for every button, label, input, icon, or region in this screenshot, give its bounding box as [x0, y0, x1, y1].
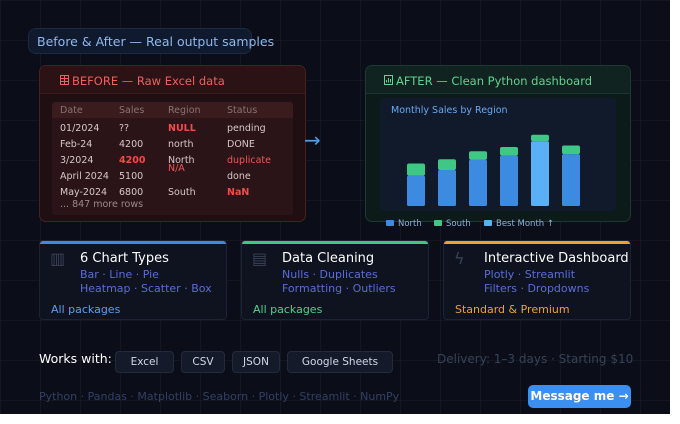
table-cell: 01/2024: [60, 123, 100, 134]
chart-icon: [384, 66, 393, 96]
bar-north-jun: [562, 154, 580, 206]
bar-north-mar: [469, 159, 487, 206]
card-line: Heatmap · Scatter · Box: [80, 282, 212, 295]
chart-types-icon: ▥: [50, 249, 66, 268]
raw-data-table: Date Sales Region Status 01/2024 ?? NULL…: [52, 102, 293, 215]
table-cell: 4200: [119, 139, 144, 150]
spreadsheet-icon: [60, 66, 69, 96]
table-cell-null: NULL: [168, 123, 196, 134]
legend-item-best-month: Best Month ↑: [484, 219, 554, 229]
table-cell: Feb-24: [60, 139, 93, 150]
table-cell: DONE: [227, 139, 255, 150]
card-line: Formatting · Outliers: [282, 282, 396, 295]
arrow-right-icon: →: [304, 128, 321, 152]
legend-label: Best Month ↑: [496, 219, 554, 229]
col-header-date: Date: [60, 105, 83, 116]
after-title: AFTER — Clean Python dashboard: [396, 74, 593, 88]
card-line: Plotly · Streamlit: [484, 268, 576, 281]
card-title: 6 Chart Types: [80, 251, 169, 266]
legend-swatch: [386, 220, 394, 226]
cleaning-icon: ▤: [252, 249, 268, 268]
bar-north-apr: [500, 155, 518, 206]
card-footer: All packages: [253, 303, 323, 316]
chip-csv: CSV: [181, 351, 225, 373]
card-data-cleaning: ▤ Data Cleaning Nulls · Duplicates Forma…: [241, 240, 429, 320]
tech-stack: Python · Pandas · Matplotlib · Seaborn ·…: [39, 390, 400, 403]
table-cell-nan: NaN: [227, 187, 250, 198]
after-panel: AFTER — Clean Python dashboard Monthly S…: [365, 65, 631, 229]
before-header: BEFORE — Raw Excel data: [40, 66, 305, 94]
table-cell: done: [227, 171, 251, 182]
legend-label: South: [446, 219, 471, 229]
more-rows-note: ... 847 more rows: [60, 199, 144, 210]
card-title: Data Cleaning: [282, 251, 375, 266]
legend-item-south: South: [434, 219, 471, 229]
card-title: Interactive Dashboard: [484, 251, 629, 266]
bar-south-feb: [438, 159, 456, 170]
table-cell: South: [168, 187, 196, 198]
card-chart-types: ▥ 6 Chart Types Bar · Line · Pie Heatmap…: [39, 240, 227, 320]
table-cell: ??: [119, 123, 130, 134]
table-cell: pending: [227, 123, 266, 134]
bar-south-jan: [407, 163, 425, 176]
col-header-status: Status: [227, 105, 258, 116]
lightning-icon: ϟ: [454, 249, 465, 268]
table-cell: 5100: [119, 171, 144, 182]
works-with-label: Works with:: [39, 351, 112, 366]
message-me-button[interactable]: Message me →: [528, 385, 631, 408]
chip-json: JSON: [232, 351, 280, 373]
bar-south-apr: [500, 146, 518, 156]
chart-container: Monthly Sales by Region JanFebMarAprMayJ…: [380, 98, 616, 211]
table-cell: 3/2024: [60, 155, 94, 166]
card-interactive-dashboard: ϟ Interactive Dashboard Plotly · Streaml…: [443, 240, 631, 320]
table-cell: April 2024: [60, 171, 109, 182]
bar-north-jan: [407, 175, 425, 206]
card-line: Nulls · Duplicates: [282, 268, 378, 281]
bar-south-jun: [562, 145, 580, 155]
legend-label: North: [398, 219, 422, 229]
card-accent-bar: [242, 241, 428, 244]
bar-south-mar: [469, 151, 487, 160]
table-cell: north: [168, 139, 194, 150]
card-accent-bar: [40, 241, 226, 244]
section-title: Before & After — Real output samples: [28, 28, 274, 54]
table-cell-duplicate: 4200: [119, 155, 146, 166]
card-footer: All packages: [51, 303, 121, 316]
bar-chart: JanFebMarAprMayJun: [407, 134, 580, 206]
table-cell-na: N/A: [168, 163, 185, 174]
bar-north-may: [531, 141, 549, 206]
legend-swatch: [484, 220, 492, 226]
before-panel: BEFORE — Raw Excel data Date Sales Regio…: [39, 65, 306, 222]
table-cell-duplicate: duplicate: [227, 155, 271, 166]
after-header: AFTER — Clean Python dashboard: [366, 66, 630, 94]
table-cell: 6800: [119, 187, 144, 198]
col-header-region: Region: [168, 105, 201, 116]
col-header-sales: Sales: [119, 105, 145, 116]
legend-swatch: [434, 220, 442, 226]
card-line: Bar · Line · Pie: [80, 268, 159, 281]
card-accent-bar: [444, 241, 630, 244]
chip-excel: Excel: [115, 351, 174, 373]
card-footer: Standard & Premium: [455, 303, 570, 316]
card-line: Filters · Dropdowns: [484, 282, 590, 295]
bar-north-feb: [438, 170, 456, 206]
chip-google-sheets: Google Sheets: [287, 351, 393, 373]
delivery-info: Delivery: 1–3 days · Starting $10: [437, 352, 634, 366]
before-title: BEFORE — Raw Excel data: [72, 74, 225, 88]
table-cell: May-2024: [60, 187, 108, 198]
bar-south-may: [531, 134, 549, 142]
legend-item-north: North: [386, 219, 422, 229]
stage: Before & After — Real output samples BEF…: [0, 0, 670, 414]
